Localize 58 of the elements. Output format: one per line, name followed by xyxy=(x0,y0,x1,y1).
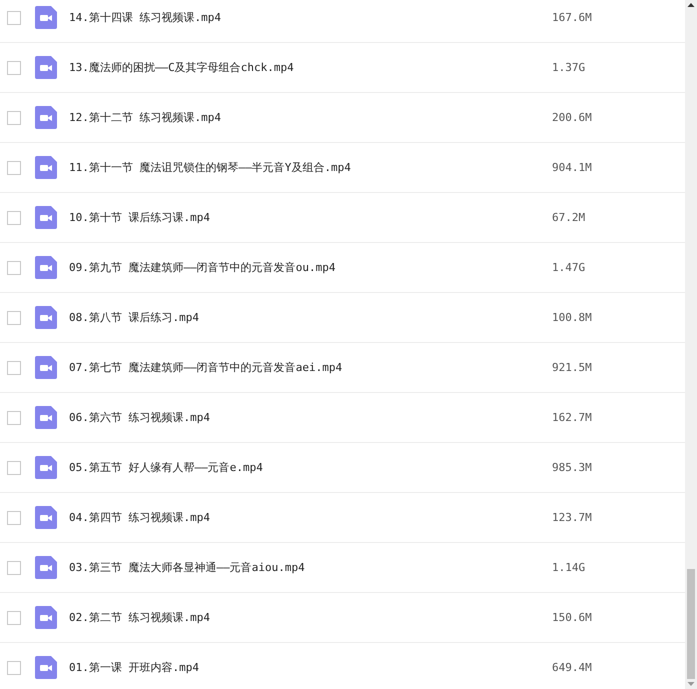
video-file-icon xyxy=(35,656,57,679)
file-name: 01.第一课 开班内容.mp4 xyxy=(69,660,200,675)
checkbox[interactable] xyxy=(7,560,21,574)
file-name: 09.第九节 魔法建筑师——闭音节中的元音发音ou.mp4 xyxy=(69,260,336,275)
file-size: 985.3M xyxy=(552,461,592,474)
checkbox[interactable] xyxy=(7,210,21,224)
video-file-icon xyxy=(35,256,57,279)
file-size: 1.37G xyxy=(552,61,586,74)
checkbox[interactable] xyxy=(7,260,21,274)
file-name: 12.第十二节 练习视频课.mp4 xyxy=(69,110,222,125)
checkbox[interactable] xyxy=(7,110,21,124)
video-file-icon xyxy=(35,606,57,629)
checkbox[interactable] xyxy=(7,660,21,674)
file-size: 200.6M xyxy=(552,111,592,124)
video-file-icon xyxy=(35,106,57,129)
file-name: 10.第十节 课后练习课.mp4 xyxy=(69,210,211,225)
video-file-icon xyxy=(35,356,57,379)
checkbox[interactable] xyxy=(7,410,21,424)
file-name: 13.魔法师的困扰——C及其字母组合chck.mp4 xyxy=(69,60,295,75)
video-file-icon xyxy=(35,156,57,179)
checkbox[interactable] xyxy=(7,510,21,524)
file-size: 67.2M xyxy=(552,211,586,224)
checkbox[interactable] xyxy=(7,310,21,324)
file-name: 06.第六节 练习视频课.mp4 xyxy=(69,410,211,425)
video-file-icon xyxy=(35,556,57,579)
file-name: 07.第七节 魔法建筑师——闭音节中的元音发音aei.mp4 xyxy=(69,360,344,375)
checkbox[interactable] xyxy=(7,610,21,624)
file-size: 162.7M xyxy=(552,411,592,424)
file-size: 1.47G xyxy=(552,261,586,274)
checkbox[interactable] xyxy=(7,10,21,24)
file-name: 05.第五节 好人缘有人帮——元音e.mp4 xyxy=(69,460,264,475)
file-name: 08.第八节 课后练习.mp4 xyxy=(69,310,200,325)
file-size: 649.4M xyxy=(552,661,592,674)
checkbox[interactable] xyxy=(7,460,21,474)
file-name: 03.第三节 魔法大师各显神通——元音aiou.mp4 xyxy=(69,560,306,575)
video-file-icon xyxy=(35,56,57,79)
video-file-icon xyxy=(35,506,57,529)
file-size: 100.8M xyxy=(552,311,592,324)
video-file-icon xyxy=(35,206,57,229)
video-file-icon xyxy=(35,456,57,479)
file-size: 123.7M xyxy=(552,511,592,524)
file-size: 150.6M xyxy=(552,611,592,624)
scrollbar-thumb[interactable] xyxy=(687,569,695,679)
file-size: 1.14G xyxy=(552,561,586,574)
file-size: 167.6M xyxy=(552,11,592,24)
file-size: 904.1M xyxy=(552,161,592,174)
file-name: 04.第四节 练习视频课.mp4 xyxy=(69,510,211,525)
checkbox[interactable] xyxy=(7,160,21,174)
scrollbar[interactable] xyxy=(685,0,697,689)
file-name: 14.第十四课 练习视频课.mp4 xyxy=(69,10,222,25)
video-file-icon xyxy=(35,406,57,429)
checkbox[interactable] xyxy=(7,60,21,74)
checkbox[interactable] xyxy=(7,360,21,374)
file-name: 11.第十一节 魔法诅咒锁住的钢琴——半元音Y及组合.mp4 xyxy=(69,160,352,175)
file-name: 02.第二节 练习视频课.mp4 xyxy=(69,610,211,625)
video-file-icon xyxy=(35,6,57,29)
video-file-icon xyxy=(35,306,57,329)
file-size: 921.5M xyxy=(552,361,592,374)
